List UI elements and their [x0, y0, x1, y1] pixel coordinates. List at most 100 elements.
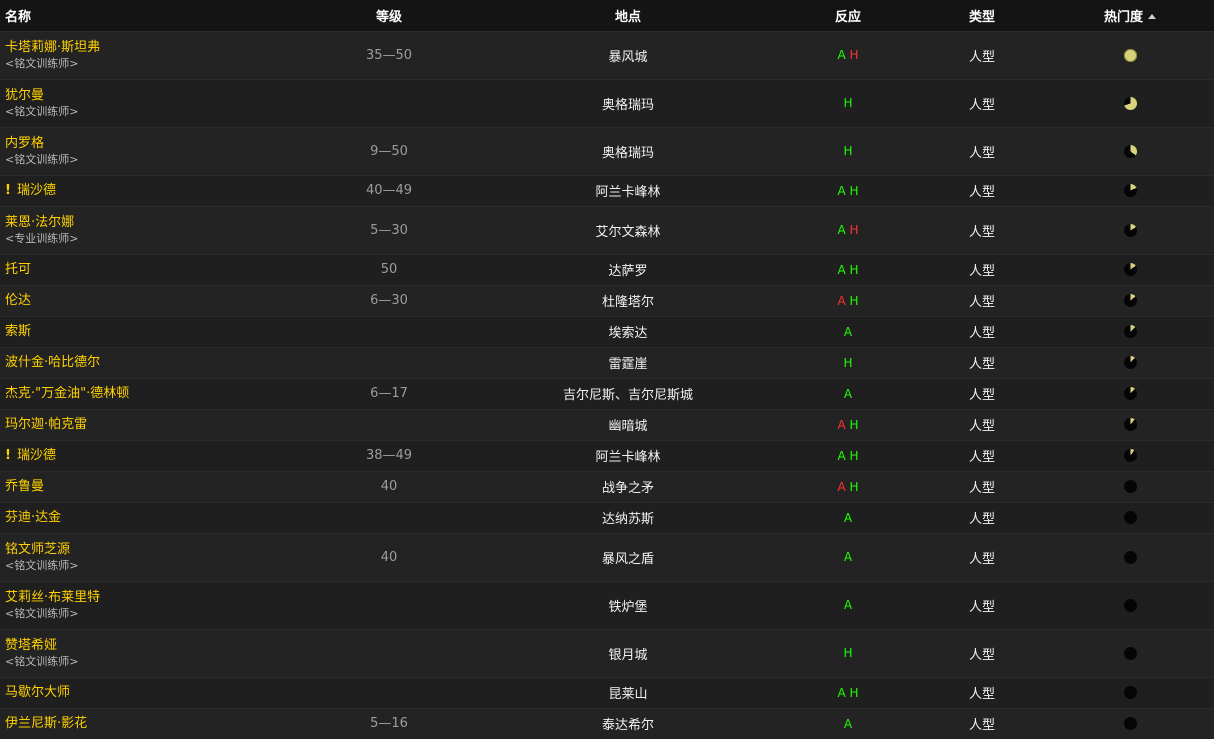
- table-row[interactable]: 伊兰尼斯·影花 5—16 泰达希尔 A 人型: [0, 708, 1214, 739]
- npc-name-link[interactable]: 马歇尔大师: [5, 685, 70, 700]
- location-link[interactable]: 阿兰卡峰林: [478, 440, 778, 471]
- npc-name-link[interactable]: 托可: [5, 262, 31, 277]
- table-row[interactable]: 内罗格 <铭文训练师> 9—50 奥格瑞玛 H 人型: [0, 127, 1214, 175]
- npc-name-link[interactable]: 艾莉丝·布莱里特: [5, 590, 100, 605]
- table-row[interactable]: 艾莉丝·布莱里特 <铭文训练师> 铁炉堡 A 人型: [0, 581, 1214, 629]
- location-link[interactable]: 幽暗城: [478, 409, 778, 440]
- column-header-popularity[interactable]: 热门度: [1046, 0, 1214, 31]
- table-row[interactable]: 芬迪·达金 达纳苏斯 A 人型: [0, 502, 1214, 533]
- reaction-cell: A H: [778, 471, 918, 502]
- popularity-cell: [1046, 677, 1214, 708]
- location-link[interactable]: 达纳苏斯: [478, 502, 778, 533]
- npc-name-link[interactable]: 瑞沙德: [17, 448, 56, 463]
- popularity-pie-icon: [1123, 598, 1137, 612]
- table-row[interactable]: 索斯 埃索达 A 人型: [0, 316, 1214, 347]
- npc-subtitle: <铭文训练师>: [5, 57, 79, 70]
- reaction-cell: H: [778, 347, 918, 378]
- table-row[interactable]: 波什金·哈比德尔 雷霆崖 H 人型: [0, 347, 1214, 378]
- npc-name-link[interactable]: 内罗格: [5, 136, 44, 151]
- popularity-pie-icon: [1123, 387, 1137, 400]
- level-cell: 50: [380, 262, 398, 277]
- popularity-cell: [1046, 127, 1214, 175]
- location-link[interactable]: 达萨罗: [478, 254, 778, 285]
- location-link[interactable]: 雷霆崖: [478, 347, 778, 378]
- reaction-cell: H: [778, 629, 918, 677]
- location-link[interactable]: 埃索达: [478, 316, 778, 347]
- table-row[interactable]: 马歇尔大师 昆莱山 A H 人型: [0, 677, 1214, 708]
- table-row[interactable]: 杰克·"万金油"·德林顿 6—17 吉尔尼斯、吉尔尼斯城 A 人型: [0, 378, 1214, 409]
- reaction-cell: A H: [778, 440, 918, 471]
- popularity-cell: [1046, 440, 1214, 471]
- npc-name-link[interactable]: 杰克·"万金油"·德林顿: [5, 386, 129, 401]
- table-row[interactable]: 犹尔曼 <铭文训练师> 奥格瑞玛 H 人型: [0, 79, 1214, 127]
- table-row[interactable]: 玛尔迦·帕克雷 幽暗城 A H 人型: [0, 409, 1214, 440]
- table-row[interactable]: ! 瑞沙德 40—49 阿兰卡峰林 A H 人型: [0, 175, 1214, 206]
- location-link[interactable]: 吉尔尼斯、吉尔尼斯城: [478, 378, 778, 409]
- table-row[interactable]: 赞塔希娅 <铭文训练师> 银月城 H 人型: [0, 629, 1214, 677]
- npc-name-link[interactable]: 莱恩·法尔娜: [5, 215, 74, 230]
- location-link[interactable]: 杜隆塔尔: [478, 285, 778, 316]
- location-link[interactable]: 阿兰卡峰林: [478, 175, 778, 206]
- level-cell: 35—50: [365, 47, 413, 63]
- type-cell: 人型: [968, 481, 995, 496]
- table-row[interactable]: 托可 50 达萨罗 A H 人型: [0, 254, 1214, 285]
- npc-name-link[interactable]: 犹尔曼: [5, 88, 44, 103]
- quest-exclamation-icon: !: [5, 183, 11, 198]
- popularity-pie-icon: [1123, 717, 1137, 731]
- popularity-cell: [1046, 502, 1214, 533]
- popularity-pie-icon: [1123, 48, 1137, 62]
- npc-name-link[interactable]: 索斯: [5, 324, 31, 339]
- table-row[interactable]: 乔鲁曼 40 战争之矛 A H 人型: [0, 471, 1214, 502]
- reaction-horde: H: [843, 144, 853, 158]
- popularity-pie-icon: [1123, 356, 1137, 369]
- type-cell: 人型: [968, 551, 995, 567]
- location-link[interactable]: 泰达希尔: [478, 708, 778, 739]
- reaction-horde: H: [843, 96, 853, 110]
- location-link[interactable]: 银月城: [478, 629, 778, 677]
- reaction-horde: H: [849, 479, 859, 494]
- npc-name-link[interactable]: 铭文师芝源: [5, 542, 70, 557]
- table-row[interactable]: 卡塔莉娜·斯坦弗 <铭文训练师> 35—50 暴风城 A H 人型: [0, 31, 1214, 79]
- name-cell: 犹尔曼 <铭文训练师>: [0, 79, 300, 127]
- location-link[interactable]: 铁炉堡: [478, 581, 778, 629]
- location-link[interactable]: 战争之矛: [478, 471, 778, 502]
- npc-name-link[interactable]: 卡塔莉娜·斯坦弗: [5, 40, 100, 55]
- reaction-alliance: A: [837, 293, 846, 308]
- npc-name-link[interactable]: 波什金·哈比德尔: [5, 355, 100, 370]
- reaction-cell: H: [778, 127, 918, 175]
- column-header-level[interactable]: 等级: [300, 0, 478, 31]
- reaction-horde: H: [849, 262, 859, 277]
- location-link[interactable]: 艾尔文森林: [478, 206, 778, 254]
- npc-name-link[interactable]: 玛尔迦·帕克雷: [5, 417, 87, 432]
- name-cell: 内罗格 <铭文训练师>: [0, 127, 300, 175]
- column-header-name[interactable]: 名称: [0, 0, 300, 31]
- npc-name-link[interactable]: 瑞沙德: [17, 183, 56, 198]
- popularity-cell: [1046, 347, 1214, 378]
- name-cell: 伊兰尼斯·影花: [0, 708, 300, 739]
- location-link[interactable]: 暴风之盾: [478, 533, 778, 581]
- table-row[interactable]: 铭文师芝源 <铭文训练师> 40 暴风之盾 A 人型: [0, 533, 1214, 581]
- location-link[interactable]: 暴风城: [478, 31, 778, 79]
- popularity-pie-icon: [1123, 480, 1137, 493]
- reaction-alliance: A: [843, 550, 853, 564]
- location-link[interactable]: 昆莱山: [478, 677, 778, 708]
- column-header-location[interactable]: 地点: [478, 0, 778, 31]
- location-link[interactable]: 奥格瑞玛: [478, 79, 778, 127]
- npc-name-link[interactable]: 乔鲁曼: [5, 479, 44, 494]
- npc-name-link[interactable]: 伊兰尼斯·影花: [5, 716, 87, 731]
- table-row[interactable]: 伦达 6—30 杜隆塔尔 A H 人型: [0, 285, 1214, 316]
- table-row[interactable]: ! 瑞沙德 38—49 阿兰卡峰林 A H 人型: [0, 440, 1214, 471]
- npc-name-link[interactable]: 赞塔希娅: [5, 638, 57, 653]
- type-cell: 人型: [968, 599, 995, 615]
- name-cell: 马歇尔大师: [0, 677, 300, 708]
- column-header-type[interactable]: 类型: [918, 0, 1046, 31]
- table-row[interactable]: 莱恩·法尔娜 <专业训练师> 5—30 艾尔文森林 A H 人型: [0, 206, 1214, 254]
- reaction-alliance: A: [837, 685, 846, 700]
- location-link[interactable]: 奥格瑞玛: [478, 127, 778, 175]
- name-cell: 赞塔希娅 <铭文训练师>: [0, 629, 300, 677]
- name-cell: ! 瑞沙德: [0, 175, 300, 206]
- column-header-reaction[interactable]: 反应: [778, 0, 918, 31]
- npc-name-link[interactable]: 芬迪·达金: [5, 510, 61, 525]
- npc-name-link[interactable]: 伦达: [5, 293, 31, 308]
- reaction-alliance: A: [837, 223, 846, 237]
